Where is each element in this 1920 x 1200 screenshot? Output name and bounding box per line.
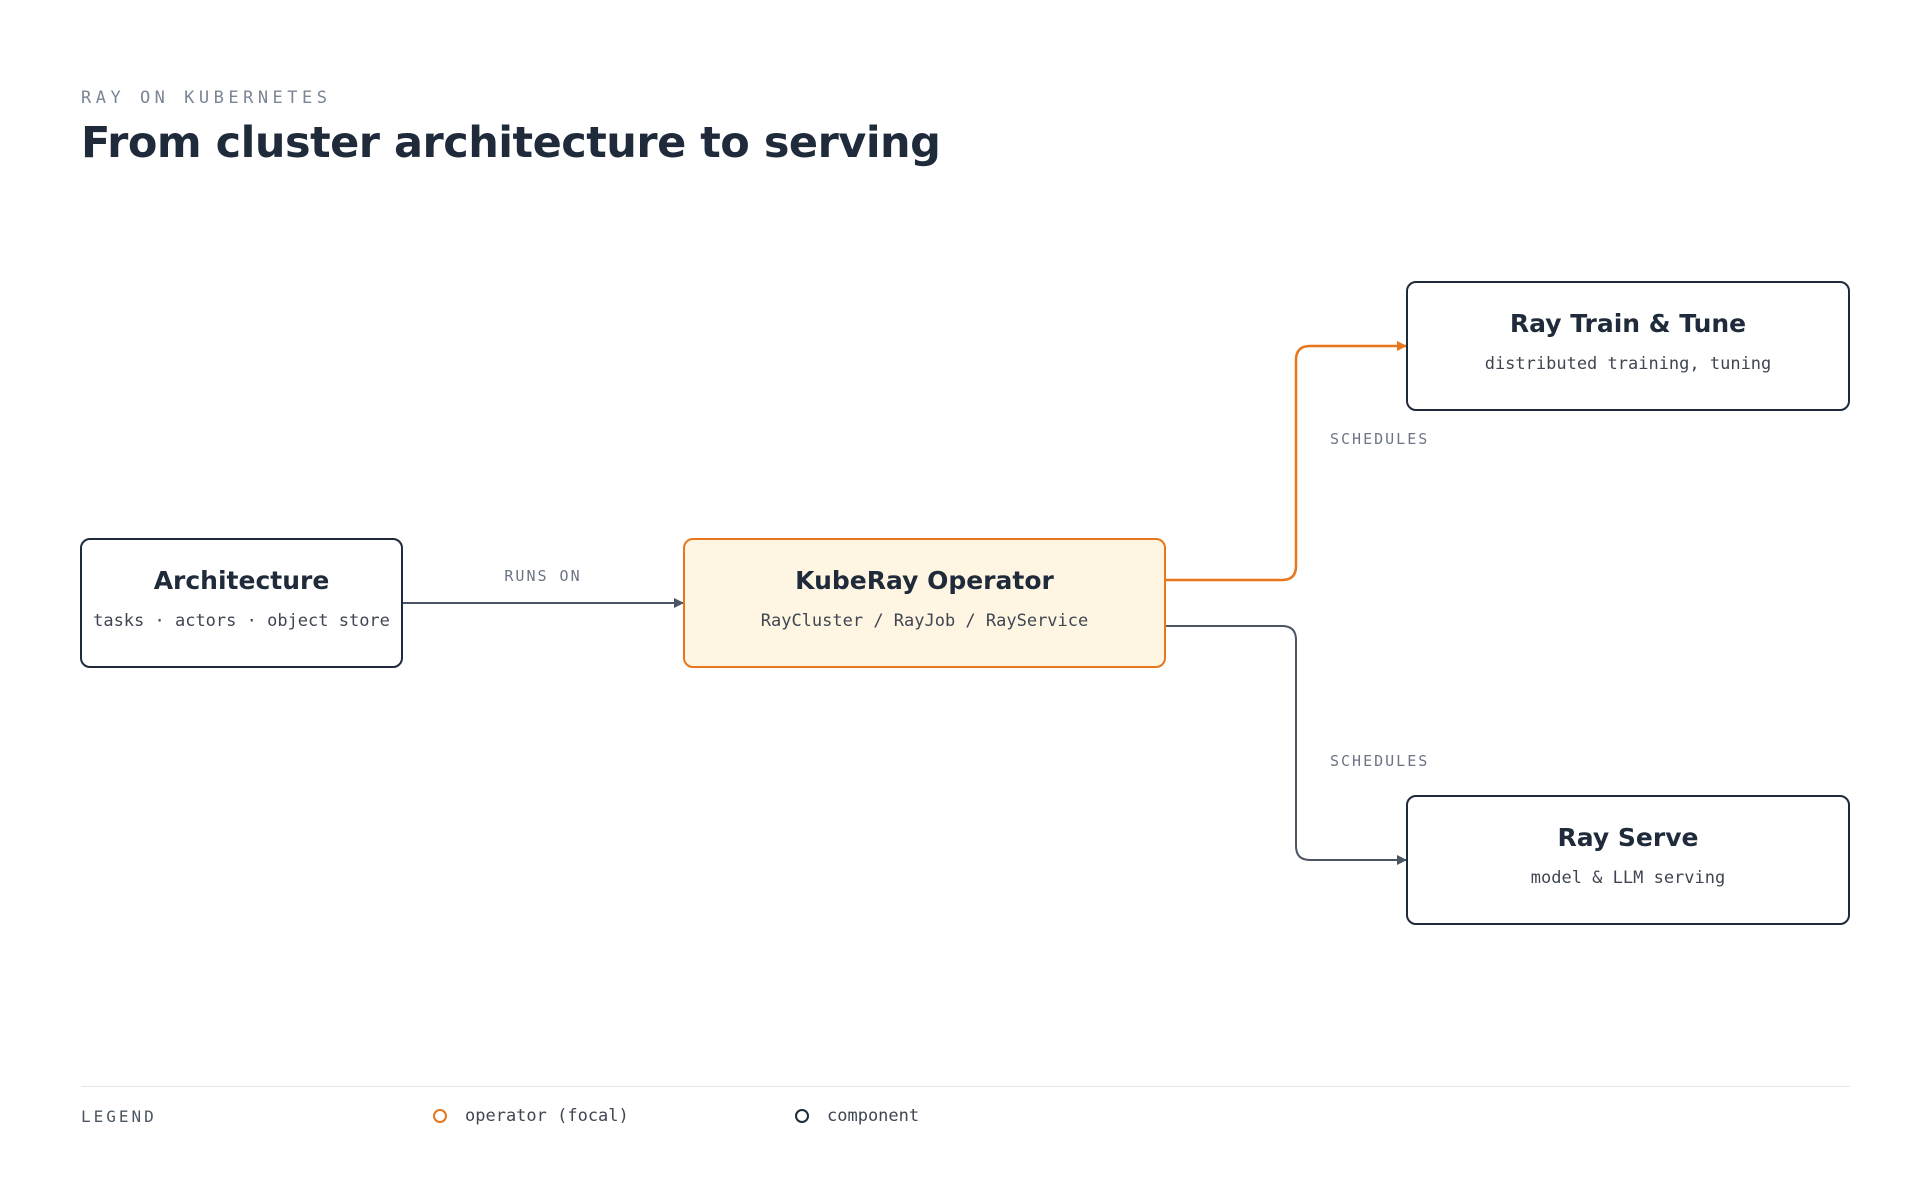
edge-label-runs-on: RUNS ON [504,567,581,585]
node-ray-serve-subtitle: model & LLM serving [1530,868,1726,888]
node-architecture[interactable]: Architecture tasks · actors · object sto… [80,538,403,668]
legend-divider [81,1086,1850,1087]
legend-item-operator: operator (focal) [433,1104,629,1128]
node-kuberay-operator-title: KubeRay Operator [795,566,1054,595]
legend-title: LEGEND [81,1107,157,1126]
legend-swatch-component [795,1109,809,1123]
legend-label-operator: operator (focal) [465,1106,629,1126]
node-ray-train-tune[interactable]: Ray Train & Tune distributed training, t… [1406,281,1850,411]
node-ray-train-tune-title: Ray Train & Tune [1509,309,1747,338]
edge-label-schedules-serve: SCHEDULES [1330,752,1429,770]
edge-label-schedules-train: SCHEDULES [1330,430,1429,448]
node-ray-train-tune-subtitle: distributed training, tuning [1484,354,1772,374]
edge-operator-to-serve [1166,625,1407,865]
node-ray-serve-title: Ray Serve [1557,823,1699,852]
node-architecture-title: Architecture [153,566,330,595]
legend-label-component: component [827,1106,920,1126]
node-kuberay-operator[interactable]: KubeRay Operator RayCluster / RayJob / R… [683,538,1166,668]
node-architecture-subtitle: tasks · actors · object store [93,611,390,631]
edge-operator-to-train [1166,341,1407,582]
node-ray-serve[interactable]: Ray Serve model & LLM serving [1406,795,1850,925]
legend-item-component: component [795,1104,919,1128]
legend-swatch-focal [433,1109,447,1123]
node-kuberay-operator-subtitle: RayCluster / RayJob / RayService [760,611,1089,631]
